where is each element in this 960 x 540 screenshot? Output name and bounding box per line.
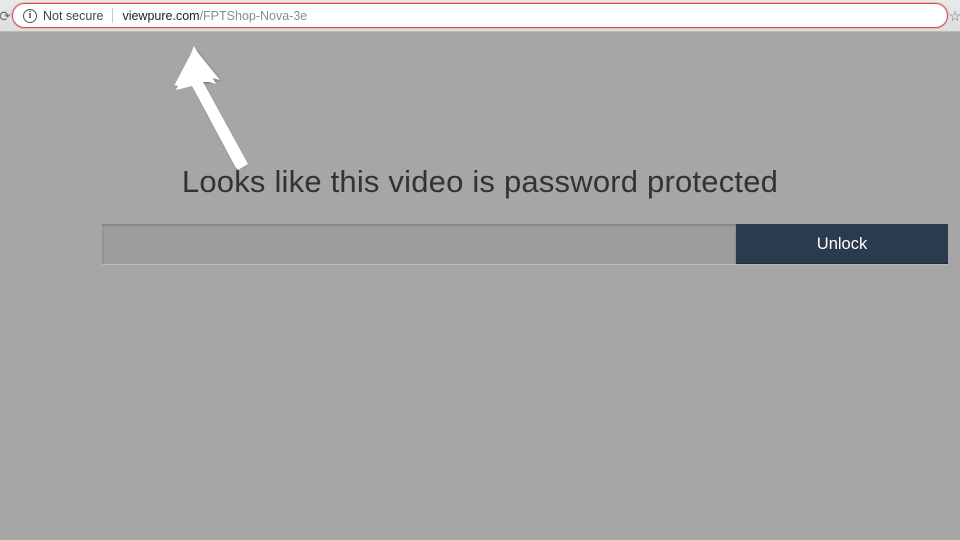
browser-toolbar: ⟳ ☆ i Not secure viewpure.com/FPTShop-No… bbox=[0, 0, 960, 32]
info-icon[interactable]: i bbox=[23, 9, 37, 23]
page-content: Looks like this video is password protec… bbox=[0, 32, 960, 540]
url-host: viewpure.com bbox=[122, 9, 199, 23]
bookmark-icon[interactable]: ☆ bbox=[950, 0, 960, 32]
address-bar[interactable]: i Not secure viewpure.com/FPTShop-Nova-3… bbox=[12, 3, 948, 28]
reload-icon[interactable]: ⟳ bbox=[0, 0, 10, 32]
unlock-button[interactable]: Unlock bbox=[736, 224, 948, 264]
security-label: Not secure bbox=[43, 9, 103, 23]
page-heading: Looks like this video is password protec… bbox=[0, 164, 960, 200]
unlock-form: Unlock bbox=[102, 224, 948, 264]
url-path: /FPTShop-Nova-3e bbox=[200, 9, 308, 23]
divider bbox=[112, 8, 113, 23]
annotation-arrow-icon bbox=[150, 42, 270, 172]
password-input[interactable] bbox=[102, 224, 736, 264]
